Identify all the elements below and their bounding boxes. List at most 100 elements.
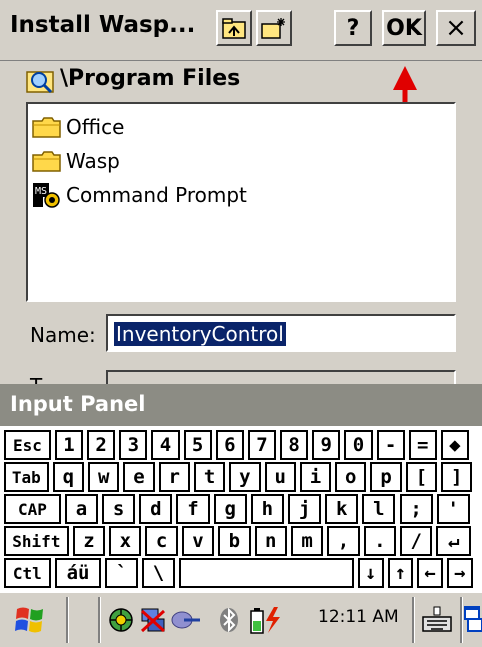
bluetooth-icon[interactable] bbox=[218, 607, 240, 633]
folder-search-icon bbox=[26, 71, 54, 94]
list-item-label: Wasp bbox=[66, 149, 120, 173]
list-item[interactable]: MS Command Prompt bbox=[32, 180, 247, 210]
key-number-row[interactable]: 2 bbox=[87, 430, 116, 460]
key-top-row[interactable]: e bbox=[123, 462, 155, 492]
taskbar: 12:11 AM bbox=[0, 592, 482, 647]
key-home-row[interactable]: ' bbox=[436, 494, 470, 524]
input-panel-header: Input Panel bbox=[0, 384, 482, 426]
clock[interactable]: 12:11 AM bbox=[318, 607, 399, 627]
key-bottom-row[interactable]: Ctl bbox=[4, 558, 51, 588]
help-button[interactable]: ? bbox=[334, 10, 372, 46]
key-home-row[interactable]: d bbox=[139, 494, 173, 524]
key-bottom-row[interactable]: \ bbox=[142, 558, 175, 588]
key-number-row[interactable]: 7 bbox=[247, 430, 277, 460]
key-number-row[interactable]: = bbox=[408, 430, 437, 460]
key-shift-row[interactable]: b bbox=[218, 526, 251, 556]
key-home-row[interactable]: h bbox=[250, 494, 284, 524]
space-key[interactable] bbox=[178, 558, 354, 588]
key-home-row[interactable]: f bbox=[176, 494, 210, 524]
key-top-row[interactable]: o bbox=[335, 462, 367, 492]
key-home-row[interactable]: ; bbox=[399, 494, 433, 524]
start-icon[interactable] bbox=[14, 605, 46, 635]
key-shift-row[interactable]: c bbox=[145, 526, 178, 556]
key-top-row[interactable]: [ bbox=[405, 462, 438, 492]
key-home-row[interactable]: s bbox=[102, 494, 136, 524]
title-bar: Install Wasp... ? OK × bbox=[0, 0, 482, 61]
battery-icon[interactable] bbox=[248, 605, 288, 635]
name-input-value: InventoryControl bbox=[114, 322, 286, 346]
name-label: Name: bbox=[30, 323, 96, 347]
key-bottom-row[interactable]: ` bbox=[105, 558, 139, 588]
key-number-row[interactable]: 6 bbox=[215, 430, 244, 460]
switch-window-icon[interactable] bbox=[464, 605, 482, 635]
path-text: \Program Files bbox=[60, 66, 241, 91]
key-home-row[interactable]: a bbox=[64, 494, 99, 524]
key-top-row[interactable]: r bbox=[158, 462, 190, 492]
key-home-row[interactable]: CAP bbox=[4, 494, 61, 524]
key-top-row[interactable]: i bbox=[299, 462, 332, 492]
ok-button[interactable]: OK bbox=[382, 10, 426, 46]
key-shift-row[interactable]: / bbox=[400, 526, 433, 556]
key-shift-row[interactable]: n bbox=[254, 526, 287, 556]
key-number-row[interactable]: Esc bbox=[4, 430, 51, 460]
svg-text:MS: MS bbox=[35, 186, 47, 197]
key-number-row[interactable]: 8 bbox=[280, 430, 309, 460]
key-number-row[interactable]: 1 bbox=[54, 430, 84, 460]
list-item[interactable]: Wasp bbox=[32, 146, 120, 176]
connection-icon[interactable] bbox=[138, 605, 168, 635]
folder-icon bbox=[32, 117, 61, 138]
new-folder-icon bbox=[261, 18, 285, 39]
key-shift-row[interactable]: , bbox=[327, 526, 360, 556]
up-folder-button[interactable] bbox=[216, 10, 252, 46]
key-top-row[interactable]: q bbox=[52, 462, 84, 492]
keyboard-icon[interactable] bbox=[420, 605, 454, 635]
key-top-row[interactable]: p bbox=[370, 462, 402, 492]
key-number-row[interactable]: - bbox=[376, 430, 405, 460]
key-number-row[interactable]: ◆ bbox=[440, 430, 469, 460]
key-top-row[interactable]: t bbox=[193, 462, 226, 492]
soft-keyboard: Esc 1 2 3 4 5 6 7 8 9 0- = ◆ Tab q w e r t y u i o p[] CAP a s d f g h… bbox=[0, 426, 482, 592]
folder-icon bbox=[32, 151, 61, 172]
key-bottom-row[interactable]: ↓ bbox=[357, 558, 384, 588]
key-top-row[interactable]: Tab bbox=[4, 462, 49, 492]
key-number-row[interactable]: 9 bbox=[312, 430, 341, 460]
key-top-row[interactable]: ] bbox=[441, 462, 473, 492]
name-input[interactable]: InventoryControl bbox=[106, 314, 456, 352]
key-bottom-row[interactable]: ← bbox=[417, 558, 443, 588]
key-number-row[interactable]: 5 bbox=[183, 430, 212, 460]
key-home-row[interactable]: g bbox=[213, 494, 247, 524]
file-list[interactable]: Office Wasp MS Command Prompt bbox=[26, 102, 456, 302]
up-folder-icon bbox=[222, 18, 246, 39]
key-bottom-row[interactable]: áü bbox=[54, 558, 102, 588]
key-bottom-row[interactable]: ↑ bbox=[387, 558, 414, 588]
key-shift-row[interactable]: v bbox=[181, 526, 215, 556]
key-bottom-row[interactable]: → bbox=[446, 558, 473, 588]
command-prompt-icon: MS bbox=[33, 183, 60, 208]
close-button[interactable]: × bbox=[436, 10, 476, 46]
key-home-row[interactable]: l bbox=[362, 494, 396, 524]
key-shift-row[interactable]: m bbox=[290, 526, 324, 556]
type-dropdown[interactable] bbox=[106, 370, 456, 384]
key-number-row[interactable]: 4 bbox=[151, 430, 180, 460]
list-item-label: Office bbox=[66, 115, 125, 139]
key-top-row[interactable]: y bbox=[229, 462, 261, 492]
sync-icon[interactable] bbox=[170, 607, 202, 633]
list-item[interactable]: Office bbox=[32, 112, 124, 142]
new-folder-button[interactable] bbox=[256, 10, 292, 46]
key-shift-row[interactable]: x bbox=[109, 526, 142, 556]
list-item-label: Command Prompt bbox=[66, 183, 247, 207]
key-top-row[interactable]: w bbox=[88, 462, 120, 492]
network-icon[interactable] bbox=[108, 607, 134, 633]
window-title: Install Wasp... bbox=[10, 12, 196, 38]
key-shift-row[interactable]: z bbox=[72, 526, 106, 556]
key-home-row[interactable]: j bbox=[287, 494, 322, 524]
key-shift-row[interactable]: ↵ bbox=[436, 526, 472, 556]
key-top-row[interactable]: u bbox=[264, 462, 296, 492]
key-number-row[interactable]: 0 bbox=[344, 430, 373, 460]
key-home-row[interactable]: k bbox=[325, 494, 359, 524]
key-number-row[interactable]: 3 bbox=[119, 430, 148, 460]
key-shift-row[interactable]: Shift bbox=[4, 526, 69, 556]
key-shift-row[interactable]: . bbox=[363, 526, 397, 556]
input-panel-title: Input Panel bbox=[10, 392, 146, 416]
current-location: \Program Files bbox=[26, 66, 466, 96]
